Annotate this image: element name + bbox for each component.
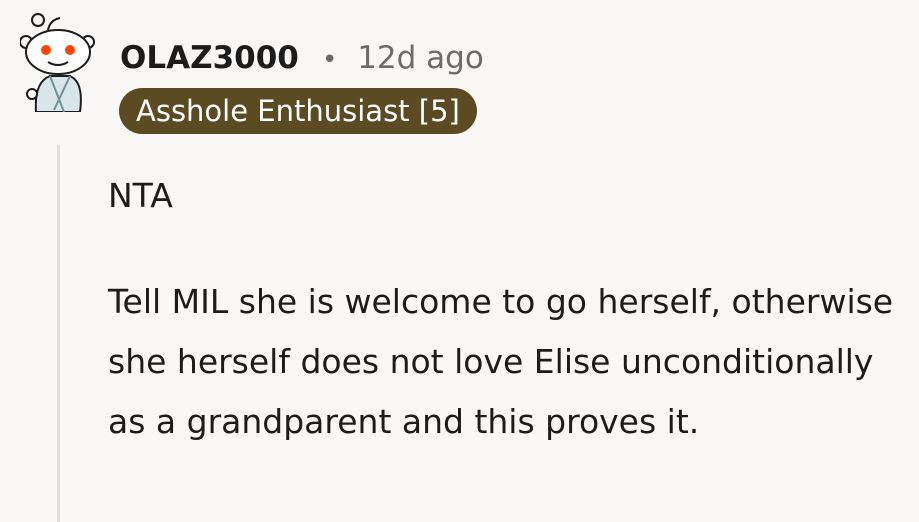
- comment-paragraph: Tell MIL she is welcome to go herself, o…: [108, 282, 894, 441]
- separator-dot: •: [322, 45, 338, 75]
- thread-line[interactable]: [57, 145, 60, 522]
- user-flair: Asshole Enthusiast [5]: [119, 88, 477, 134]
- comment-timestamp[interactable]: 12d ago: [357, 40, 484, 76]
- comment: OLAZ3000 • 12d ago Asshole Enthusiast [5…: [0, 0, 919, 522]
- snoo-avatar-icon[interactable]: [19, 12, 100, 113]
- comment-body: NTA Tell MIL she is welcome to go hersel…: [108, 166, 898, 452]
- comment-author[interactable]: OLAZ3000: [120, 38, 299, 78]
- comment-meta: • 12d ago: [322, 38, 484, 80]
- comment-paragraph: NTA: [108, 176, 173, 215]
